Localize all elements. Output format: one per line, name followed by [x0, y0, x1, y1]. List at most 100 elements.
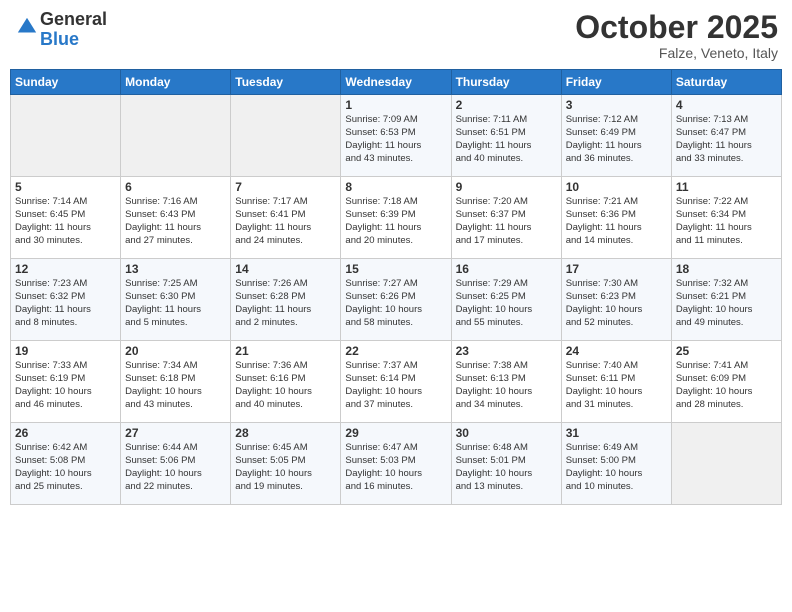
table-row: 17 Sunrise: 7:30 AM Sunset: 6:23 PM Dayli… — [561, 259, 671, 341]
table-row — [11, 95, 121, 177]
table-row: 22 Sunrise: 7:37 AM Sunset: 6:14 PM Dayli… — [341, 341, 451, 423]
day-info: Sunrise: 7:20 AM Sunset: 6:37 PM Dayligh… — [456, 196, 557, 247]
day-info: Sunrise: 7:26 AM Sunset: 6:28 PM Dayligh… — [235, 278, 336, 329]
calendar-row: 1 Sunrise: 7:09 AM Sunset: 6:53 PM Daylig… — [11, 95, 782, 177]
location: Falze, Veneto, Italy — [575, 45, 778, 61]
day-number: 10 — [566, 180, 667, 194]
day-info: Sunrise: 6:47 AM Sunset: 5:03 PM Dayligh… — [345, 442, 446, 493]
table-row: 13Sunrise: 7:25 AM Sunset: 6:30 PM Dayli… — [121, 259, 231, 341]
day-number: 8 — [345, 180, 446, 194]
table-row: 15 Sunrise: 7:27 AM Sunset: 6:26 PM Dayli… — [341, 259, 451, 341]
table-row: 12Sunrise: 7:23 AM Sunset: 6:32 PM Dayli… — [11, 259, 121, 341]
table-row: 24 Sunrise: 7:40 AM Sunset: 6:11 PM Dayli… — [561, 341, 671, 423]
col-saturday: Saturday — [671, 70, 781, 95]
day-info: Sunrise: 7:27 AM Sunset: 6:26 PM Dayligh… — [345, 278, 446, 329]
col-thursday: Thursday — [451, 70, 561, 95]
day-info: Sunrise: 6:45 AM Sunset: 5:05 PM Dayligh… — [235, 442, 336, 493]
calendar-row: 19 Sunrise: 7:33 AM Sunset: 6:19 PM Dayli… — [11, 341, 782, 423]
day-number: 23 — [456, 344, 557, 358]
day-info: Sunrise: 7:22 AM Sunset: 6:34 PM Dayligh… — [676, 196, 777, 247]
day-number: 21 — [235, 344, 336, 358]
day-info: Sunrise: 7:23 AM Sunset: 6:32 PM Dayligh… — [15, 278, 116, 329]
table-row: 31Sunrise: 6:49 AM Sunset: 5:00 PM Dayli… — [561, 423, 671, 505]
col-sunday: Sunday — [11, 70, 121, 95]
day-info: Sunrise: 7:30 AM Sunset: 6:23 PM Dayligh… — [566, 278, 667, 329]
day-number: 1 — [345, 98, 446, 112]
table-row: 8 Sunrise: 7:18 AM Sunset: 6:39 PM Daylig… — [341, 177, 451, 259]
day-info: Sunrise: 7:14 AM Sunset: 6:45 PM Dayligh… — [15, 196, 116, 247]
table-row: 4Sunrise: 7:13 AM Sunset: 6:47 PM Daylig… — [671, 95, 781, 177]
day-number: 14 — [235, 262, 336, 276]
table-row — [121, 95, 231, 177]
day-number: 20 — [125, 344, 226, 358]
title-block: October 2025 Falze, Veneto, Italy — [575, 10, 778, 61]
table-row: 25 Sunrise: 7:41 AM Sunset: 6:09 PM Dayli… — [671, 341, 781, 423]
day-info: Sunrise: 7:33 AM Sunset: 6:19 PM Dayligh… — [15, 360, 116, 411]
day-number: 16 — [456, 262, 557, 276]
calendar-row: 5 Sunrise: 7:14 AM Sunset: 6:45 PM Daylig… — [11, 177, 782, 259]
day-number: 17 — [566, 262, 667, 276]
day-info: Sunrise: 7:29 AM Sunset: 6:25 PM Dayligh… — [456, 278, 557, 329]
table-row: 21 Sunrise: 7:36 AM Sunset: 6:16 PM Dayli… — [231, 341, 341, 423]
day-number: 13 — [125, 262, 226, 276]
logo-general-text: General — [40, 9, 107, 29]
table-row: 20 Sunrise: 7:34 AM Sunset: 6:18 PM Dayli… — [121, 341, 231, 423]
table-row: 14 Sunrise: 7:26 AM Sunset: 6:28 PM Dayli… — [231, 259, 341, 341]
day-info: Sunrise: 7:09 AM Sunset: 6:53 PM Dayligh… — [345, 114, 446, 165]
day-info: Sunrise: 7:11 AM Sunset: 6:51 PM Dayligh… — [456, 114, 557, 165]
day-number: 19 — [15, 344, 116, 358]
table-row: 6Sunrise: 7:16 AM Sunset: 6:43 PM Daylig… — [121, 177, 231, 259]
table-row: 29Sunrise: 6:47 AM Sunset: 5:03 PM Dayli… — [341, 423, 451, 505]
day-number: 30 — [456, 426, 557, 440]
day-info: Sunrise: 7:41 AM Sunset: 6:09 PM Dayligh… — [676, 360, 777, 411]
day-number: 18 — [676, 262, 777, 276]
day-number: 27 — [125, 426, 226, 440]
table-row: 1 Sunrise: 7:09 AM Sunset: 6:53 PM Daylig… — [341, 95, 451, 177]
col-wednesday: Wednesday — [341, 70, 451, 95]
calendar-row: 12Sunrise: 7:23 AM Sunset: 6:32 PM Dayli… — [11, 259, 782, 341]
table-row: 16 Sunrise: 7:29 AM Sunset: 6:25 PM Dayli… — [451, 259, 561, 341]
table-row: 5 Sunrise: 7:14 AM Sunset: 6:45 PM Daylig… — [11, 177, 121, 259]
table-row: 10Sunrise: 7:21 AM Sunset: 6:36 PM Dayli… — [561, 177, 671, 259]
table-row: 2Sunrise: 7:11 AM Sunset: 6:51 PM Daylig… — [451, 95, 561, 177]
logo-blue-text: Blue — [40, 29, 79, 49]
table-row: 23 Sunrise: 7:38 AM Sunset: 6:13 PM Dayli… — [451, 341, 561, 423]
day-info: Sunrise: 7:40 AM Sunset: 6:11 PM Dayligh… — [566, 360, 667, 411]
col-monday: Monday — [121, 70, 231, 95]
day-info: Sunrise: 7:38 AM Sunset: 6:13 PM Dayligh… — [456, 360, 557, 411]
table-row: 18 Sunrise: 7:32 AM Sunset: 6:21 PM Dayli… — [671, 259, 781, 341]
day-number: 11 — [676, 180, 777, 194]
col-friday: Friday — [561, 70, 671, 95]
day-number: 5 — [15, 180, 116, 194]
logo-icon — [16, 16, 38, 38]
day-number: 25 — [676, 344, 777, 358]
day-info: Sunrise: 7:34 AM Sunset: 6:18 PM Dayligh… — [125, 360, 226, 411]
day-number: 15 — [345, 262, 446, 276]
table-row — [231, 95, 341, 177]
table-row: 30 Sunrise: 6:48 AM Sunset: 5:01 PM Dayli… — [451, 423, 561, 505]
table-row: 7Sunrise: 7:17 AM Sunset: 6:41 PM Daylig… — [231, 177, 341, 259]
day-number: 31 — [566, 426, 667, 440]
day-number: 9 — [456, 180, 557, 194]
table-row: 28Sunrise: 6:45 AM Sunset: 5:05 PM Dayli… — [231, 423, 341, 505]
table-row: 27Sunrise: 6:44 AM Sunset: 5:06 PM Dayli… — [121, 423, 231, 505]
month-title: October 2025 — [575, 10, 778, 45]
table-row — [671, 423, 781, 505]
day-number: 22 — [345, 344, 446, 358]
day-info: Sunrise: 7:17 AM Sunset: 6:41 PM Dayligh… — [235, 196, 336, 247]
calendar-table: Sunday Monday Tuesday Wednesday Thursday… — [10, 69, 782, 505]
day-info: Sunrise: 7:32 AM Sunset: 6:21 PM Dayligh… — [676, 278, 777, 329]
table-row: 26Sunrise: 6:42 AM Sunset: 5:08 PM Dayli… — [11, 423, 121, 505]
day-info: Sunrise: 7:36 AM Sunset: 6:16 PM Dayligh… — [235, 360, 336, 411]
table-row: 9 Sunrise: 7:20 AM Sunset: 6:37 PM Daylig… — [451, 177, 561, 259]
day-number: 26 — [15, 426, 116, 440]
col-tuesday: Tuesday — [231, 70, 341, 95]
day-info: Sunrise: 7:37 AM Sunset: 6:14 PM Dayligh… — [345, 360, 446, 411]
day-info: Sunrise: 6:48 AM Sunset: 5:01 PM Dayligh… — [456, 442, 557, 493]
header: General Blue October 2025 Falze, Veneto,… — [10, 10, 782, 61]
page: General Blue October 2025 Falze, Veneto,… — [0, 0, 792, 612]
day-number: 24 — [566, 344, 667, 358]
day-info: Sunrise: 7:16 AM Sunset: 6:43 PM Dayligh… — [125, 196, 226, 247]
day-info: Sunrise: 7:18 AM Sunset: 6:39 PM Dayligh… — [345, 196, 446, 247]
logo: General Blue — [14, 10, 107, 50]
